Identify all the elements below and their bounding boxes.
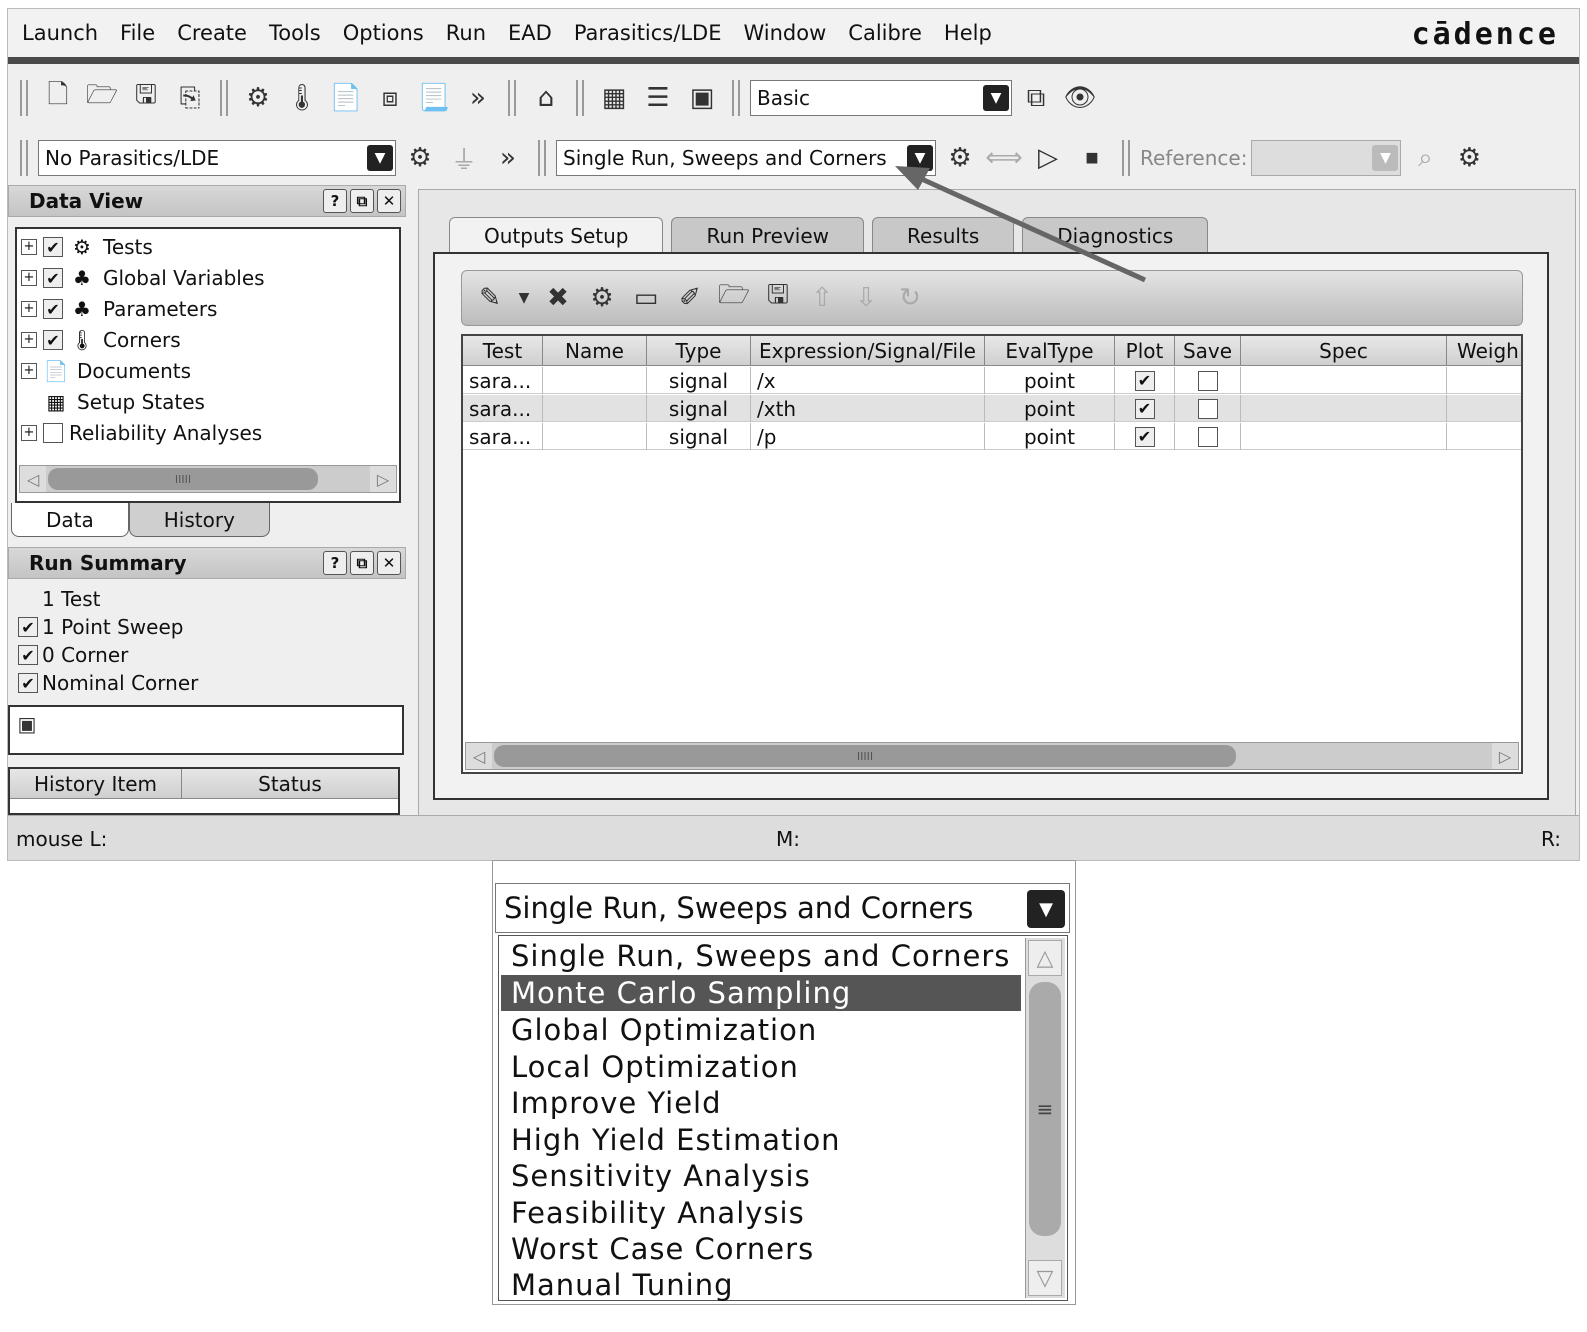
run-mode-dropdown-zoom: Single Run, Sweeps and Corners ▼ Single … [492,860,1076,1305]
scroll-down-icon[interactable]: ▽ [1028,1260,1062,1296]
option-global-optimization[interactable]: Global Optimization [501,1012,1021,1048]
run-mode-options: Single Run, Sweeps and Corners Monte Car… [498,935,1068,1303]
scroll-thumb[interactable]: ≡ [1029,982,1061,1236]
option-worst-case-corners[interactable]: Worst Case Corners [501,1231,1021,1267]
option-feasibility-analysis[interactable]: Feasibility Analysis [501,1195,1021,1231]
scroll-up-icon[interactable]: △ [1028,940,1062,976]
option-local-optimization[interactable]: Local Optimization [501,1049,1021,1085]
option-manual-tuning[interactable]: Manual Tuning [501,1267,1021,1303]
run-mode-value: Single Run, Sweeps and Corners [504,891,974,925]
option-monte-carlo[interactable]: Monte Carlo Sampling [501,975,1021,1011]
chevron-down-icon[interactable]: ▼ [1027,890,1065,928]
option-improve-yield[interactable]: Improve Yield [501,1085,1021,1121]
option-single-run[interactable]: Single Run, Sweeps and Corners [501,938,1021,974]
option-sensitivity-analysis[interactable]: Sensitivity Analysis [501,1158,1021,1194]
run-mode-select[interactable]: Single Run, Sweeps and Corners ▼ [495,883,1070,933]
option-high-yield-estimation[interactable]: High Yield Estimation [501,1122,1021,1158]
options-vertical-scrollbar[interactable]: △ ≡ ▽ [1025,938,1065,1298]
